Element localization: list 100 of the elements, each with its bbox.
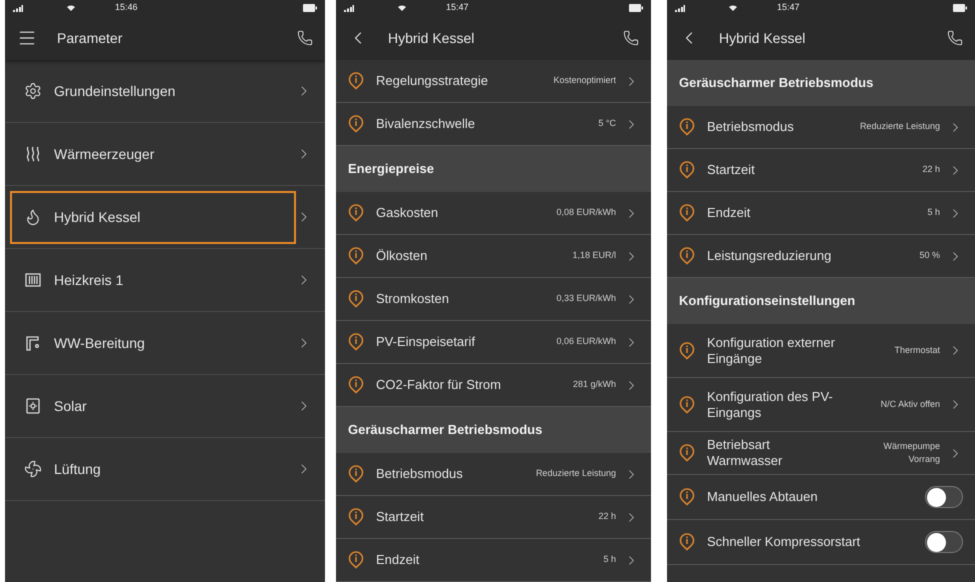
wifi-icon xyxy=(729,5,737,11)
setting-label: Gaskosten xyxy=(376,205,438,221)
info-pin-icon[interactable] xyxy=(679,533,695,551)
menu-label: WW-Bereitung xyxy=(54,334,145,353)
battery-icon xyxy=(629,4,643,12)
info-pin-icon[interactable] xyxy=(348,115,364,133)
setting-label: Stromkosten xyxy=(376,291,449,307)
menu-item[interactable]: Hybrid Kessel xyxy=(10,190,296,244)
info-pin-icon[interactable] xyxy=(348,72,364,90)
fan-icon xyxy=(24,460,42,478)
radiator-icon xyxy=(24,271,42,289)
setting-label: Bivalenzschwelle xyxy=(376,116,475,132)
section-header: Geräuscharmer Betriebsmodus xyxy=(667,60,975,106)
setting-label: Betriebsmodus xyxy=(707,119,794,135)
info-pin-icon[interactable] xyxy=(679,342,695,360)
setting-value: Reduzierte Leistung xyxy=(536,467,616,480)
setting-label: Endzeit xyxy=(376,552,420,568)
section-header: Energiepreise xyxy=(336,146,651,192)
setting-label: Endzeit xyxy=(707,205,750,221)
setting-label: Leistungsreduzierung xyxy=(707,248,832,264)
status-time: 15:46 xyxy=(115,1,138,14)
info-pin-icon[interactable] xyxy=(348,465,364,483)
section-header: Geräuscharmer Betriebsmodus xyxy=(336,407,651,453)
setting-label: Betriebsart Warmwasser xyxy=(707,437,784,469)
setting-value: 0,08 EUR/kWh xyxy=(556,206,616,220)
info-pin-icon[interactable] xyxy=(679,444,695,462)
wifi-icon xyxy=(67,5,75,11)
menu-item[interactable]: Grundeinstellungen xyxy=(10,64,296,118)
setting-label: Startzeit xyxy=(707,162,755,178)
setting-value: 5 h xyxy=(927,206,940,220)
info-pin-icon[interactable] xyxy=(348,551,364,569)
setting-label: Betriebsmodus xyxy=(376,466,463,482)
setting-value: N/C Aktiv offen xyxy=(880,398,940,411)
info-pin-icon[interactable] xyxy=(348,204,364,222)
signal-icon xyxy=(344,4,354,12)
setting-label: PV-Einspeisetarif xyxy=(376,334,475,350)
menu-item[interactable]: Heizkreis 1 xyxy=(10,254,296,306)
menu-label: Heizkreis 1 xyxy=(54,270,124,290)
info-pin-icon[interactable] xyxy=(348,247,364,265)
faucet-icon xyxy=(24,334,42,352)
menu-item[interactable]: Lüftung xyxy=(10,442,296,496)
setting-label: CO2-Faktor für Strom xyxy=(376,377,501,393)
info-pin-icon[interactable] xyxy=(679,161,695,179)
info-pin-icon[interactable] xyxy=(679,396,695,414)
setting-value: 22 h xyxy=(598,510,616,524)
setting-value: 0,33 EUR/kWh xyxy=(556,292,616,306)
setting-value: Reduzierte Leistung xyxy=(860,120,940,134)
setting-label: Schneller Kompressorstart xyxy=(707,533,860,552)
phone-icon[interactable] xyxy=(947,30,963,46)
setting-value: 5 °C xyxy=(598,117,616,130)
menu-item[interactable]: Wärmeerzeuger xyxy=(10,128,296,180)
setting-label: Konfiguration externer Eingänge xyxy=(707,334,836,366)
info-pin-icon[interactable] xyxy=(348,508,364,526)
signal-icon xyxy=(13,4,23,12)
status-time: 15:47 xyxy=(446,1,469,14)
menu-item[interactable]: Solar xyxy=(10,380,296,432)
sun-panel-icon xyxy=(24,397,42,415)
setting-value: Wärmepumpe Vorrang xyxy=(882,440,940,466)
heat-waves-icon xyxy=(24,145,42,163)
info-pin-icon[interactable] xyxy=(348,290,364,308)
menu-label: Lüftung xyxy=(54,460,101,479)
setting-value: 1,18 EUR/l xyxy=(572,249,616,262)
setting-value: 281 g/kWh xyxy=(572,378,616,392)
setting-value: 5 h xyxy=(603,553,616,566)
toggle-switch[interactable] xyxy=(925,531,963,553)
setting-label: Startzeit xyxy=(376,509,424,525)
status-time: 15:47 xyxy=(777,1,800,14)
flame-icon xyxy=(24,208,42,226)
screen-title: Parameter xyxy=(57,28,122,48)
toggle-switch[interactable] xyxy=(925,486,963,508)
setting-value: 0,06 EUR/kWh xyxy=(556,335,616,348)
info-pin-icon[interactable] xyxy=(679,118,695,136)
screen-title: Hybrid Kessel xyxy=(388,28,474,48)
setting-label: Ölkosten xyxy=(376,248,428,264)
setting-value: 50 % xyxy=(919,249,940,262)
setting-value: Thermostat xyxy=(894,344,940,357)
menu-label: Grundeinstellungen xyxy=(54,82,176,101)
menu-label: Solar xyxy=(54,396,87,416)
signal-icon xyxy=(675,4,685,12)
wifi-icon xyxy=(398,5,406,11)
setting-label: Regelungsstrategie xyxy=(376,73,488,89)
setting-value: Kostenoptimiert xyxy=(553,74,616,88)
info-pin-icon[interactable] xyxy=(348,376,364,394)
menu-label: Wärmeerzeuger xyxy=(54,144,154,164)
phone-icon[interactable] xyxy=(623,30,639,46)
info-pin-icon[interactable] xyxy=(348,333,364,351)
menu-label: Hybrid Kessel xyxy=(54,208,140,227)
battery-icon xyxy=(303,4,317,12)
setting-label: Manuelles Abtauen xyxy=(707,488,818,506)
gear-icon xyxy=(24,82,42,100)
setting-value: 22 h xyxy=(922,163,940,176)
section-header: Konfigurationseinstellungen xyxy=(667,278,975,324)
info-pin-icon[interactable] xyxy=(679,488,695,506)
screen-title: Hybrid Kessel xyxy=(719,28,806,48)
info-pin-icon[interactable] xyxy=(679,247,695,265)
battery-icon xyxy=(953,4,967,12)
info-pin-icon[interactable] xyxy=(679,204,695,222)
menu-item[interactable]: WW-Bereitung xyxy=(10,316,296,370)
phone-icon[interactable] xyxy=(297,30,313,46)
setting-label: Konfiguration des PV-Eingangs xyxy=(707,388,834,420)
